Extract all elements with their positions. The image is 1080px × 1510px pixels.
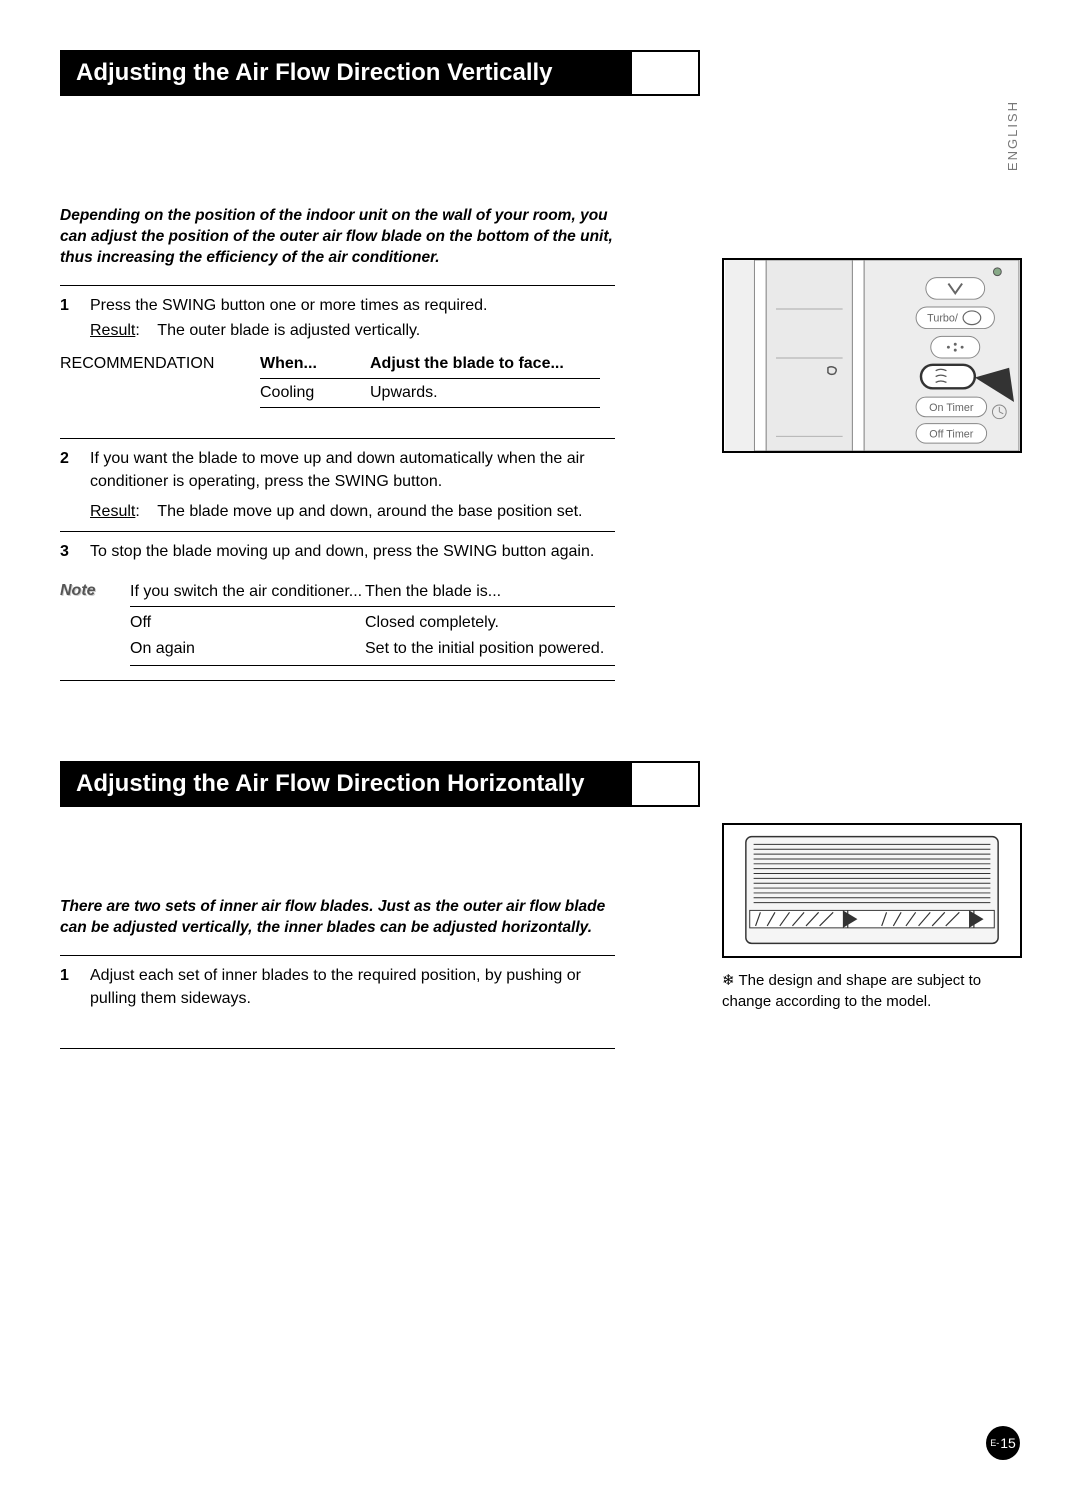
svg-text:On Timer: On Timer bbox=[929, 402, 974, 414]
step-text: If you want the blade to move up and dow… bbox=[90, 447, 615, 493]
step-3: 3 To stop the blade moving up and down, … bbox=[60, 532, 615, 571]
language-tab: ENGLISH bbox=[1005, 100, 1020, 171]
note-off-blade: Closed completely. bbox=[365, 610, 615, 636]
step-number: 3 bbox=[60, 540, 90, 563]
rec-adjust: Upwards. bbox=[370, 381, 615, 405]
disclaimer: ❄ The design and shape are subject to ch… bbox=[722, 970, 1022, 1012]
snowflake-icon: ❄ bbox=[722, 972, 735, 989]
divider bbox=[60, 680, 615, 681]
divider bbox=[60, 1048, 615, 1049]
section1-intro: Depending on the position of the indoor … bbox=[60, 206, 615, 269]
section-title-horizontally: Adjusting the Air Flow Direction Horizon… bbox=[60, 761, 700, 807]
rec-header-adjust: Adjust the blade to face... bbox=[370, 352, 615, 376]
page-prefix: E- bbox=[990, 1438, 999, 1448]
recommendation-label: RECOMMENDATION bbox=[60, 352, 260, 376]
step-number: 1 bbox=[60, 294, 90, 342]
rec-header-when: When... bbox=[260, 352, 370, 376]
step-text: Press the SWING button one or more times… bbox=[90, 294, 615, 317]
note-off: Off bbox=[130, 610, 365, 636]
svg-text:Off Timer: Off Timer bbox=[929, 428, 973, 440]
result-label: Result bbox=[90, 322, 135, 339]
step-number: 1 bbox=[60, 964, 90, 1010]
page-number: 15 bbox=[1000, 1435, 1016, 1451]
step-1-horizontal: 1 Adjust each set of inner blades to the… bbox=[60, 956, 615, 1018]
result-text: The blade move up and down, around the b… bbox=[157, 503, 582, 520]
disclaimer-text: The design and shape are subject to chan… bbox=[722, 972, 981, 1010]
ac-unit-illustration bbox=[722, 823, 1022, 958]
step-2: 2 If you want the blade to move up and d… bbox=[60, 439, 615, 531]
step-1: 1 Press the SWING button one or more tim… bbox=[60, 286, 615, 350]
section-title-text: Adjusting the Air Flow Direction Vertica… bbox=[62, 52, 632, 94]
step-number: 2 bbox=[60, 447, 90, 523]
svg-text:Turbo/: Turbo/ bbox=[927, 313, 958, 325]
page-number-badge: E-15 bbox=[986, 1426, 1020, 1460]
section-title-vertically: Adjusting the Air Flow Direction Vertica… bbox=[60, 50, 700, 96]
note-label: Note bbox=[60, 579, 130, 605]
section-title-text: Adjusting the Air Flow Direction Horizon… bbox=[62, 763, 632, 805]
result-text: The outer blade is adjusted vertically. bbox=[157, 322, 420, 339]
note-row: Note If you switch the air conditioner..… bbox=[60, 571, 615, 607]
note-header-switch: If you switch the air conditioner... bbox=[130, 579, 365, 605]
rec-when: Cooling bbox=[260, 381, 370, 405]
step-text: To stop the blade moving up and down, pr… bbox=[90, 540, 615, 563]
note-on-blade: Set to the initial position powered. bbox=[365, 636, 615, 662]
note-header-blade: Then the blade is... bbox=[365, 579, 615, 605]
note-on: On again bbox=[130, 636, 365, 662]
step-text: Adjust each set of inner blades to the r… bbox=[90, 964, 615, 1010]
result-label: Result bbox=[90, 503, 135, 520]
section2-intro: There are two sets of inner air flow bla… bbox=[60, 897, 615, 939]
remote-control-illustration: Turbo/ On Timer Off Timer bbox=[722, 258, 1022, 453]
